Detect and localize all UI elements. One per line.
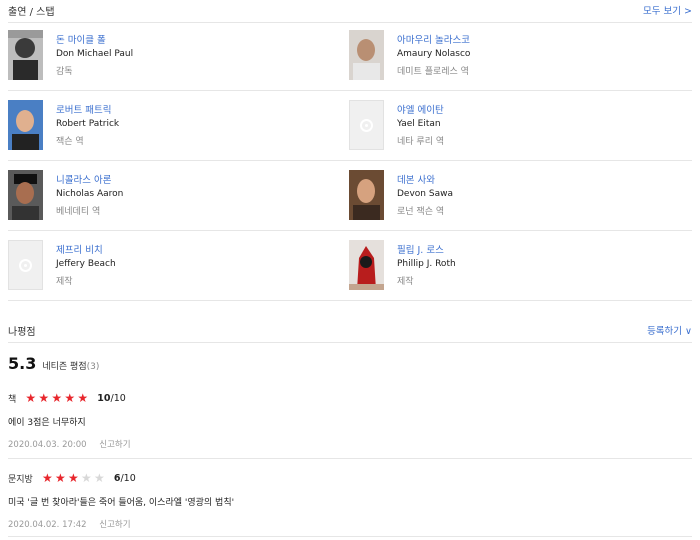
divider	[8, 230, 692, 231]
person-photo-placeholder[interactable]	[8, 240, 43, 290]
review-score: 6/10	[113, 472, 136, 484]
person-name[interactable]: 야엘 에이탄	[397, 104, 444, 118]
person-photo[interactable]	[8, 170, 43, 220]
person-info: 니콜라스 아론 Nicholas Aaron 베네데티 역	[56, 174, 123, 219]
reviews-section-title: 나평점	[8, 326, 36, 338]
person-photo[interactable]	[8, 100, 43, 150]
person-info: 야엘 에이탄 Yael Eitan 네타 루리 역	[397, 104, 444, 149]
person-info: 로버트 패트릭 Robert Patrick 잭슨 역	[56, 104, 119, 149]
star-filled-icon: ★	[38, 391, 50, 405]
review-date: 2020.04.03. 20:00	[8, 440, 87, 450]
person-name-en: Jeffery Beach	[56, 259, 116, 269]
person-role: 로넌 잭슨 역	[397, 207, 445, 217]
star-filled-icon: ★	[54, 471, 66, 485]
star-rating: ★ ★ ★ ★ ★	[24, 392, 89, 404]
review-author[interactable]: 책	[8, 392, 16, 405]
person-name-en: Robert Patrick	[56, 119, 120, 129]
person-name[interactable]: 데본 사와	[397, 174, 453, 188]
person-info: 데본 사와 Devon Sawa 로넌 잭슨 역	[397, 174, 453, 219]
person-name-en: Devon Sawa	[397, 189, 453, 199]
person-name[interactable]: 아마우리 놀라스코	[397, 34, 470, 48]
cast-item[interactable]: 데본 사와 Devon Sawa 로넌 잭슨 역	[349, 170, 679, 224]
reviews-header: 나평점 등록하기 ∨	[8, 322, 692, 338]
person-name[interactable]: 돈 마이클 폴	[56, 34, 133, 48]
review-meta: 2020.04.02. 17:42 신고하기	[8, 518, 692, 530]
average-score: 5.3 네티즌 평점 (3)	[8, 354, 99, 373]
star-empty-icon: ★	[93, 471, 105, 485]
review-date: 2020.04.02. 17:42	[8, 520, 87, 530]
person-photo[interactable]	[349, 240, 384, 290]
score-label: 네티즌 평점	[42, 362, 87, 372]
review-author[interactable]: 문지방	[8, 472, 33, 485]
cast-item[interactable]: 돈 마이클 폴 Don Michael Paul 감독	[8, 30, 338, 84]
divider	[8, 300, 692, 301]
person-name-en: Yael Eitan	[397, 119, 441, 129]
star-filled-icon: ★	[77, 391, 89, 405]
review-text: 에이 3점은 너무하지	[8, 418, 86, 428]
star-empty-icon: ★	[80, 471, 92, 485]
person-photo[interactable]	[8, 30, 43, 80]
person-name-en: Amaury Nolasco	[397, 49, 471, 59]
person-info: 제프리 비치 Jeffery Beach 제작	[56, 244, 116, 289]
star-filled-icon: ★	[41, 471, 53, 485]
person-photo-placeholder[interactable]	[349, 100, 384, 150]
no-image-icon	[360, 118, 373, 132]
no-image-icon	[19, 258, 32, 272]
person-role: 네타 루리 역	[397, 137, 445, 147]
cast-item[interactable]: 니콜라스 아론 Nicholas Aaron 베네데티 역	[8, 170, 338, 224]
cast-item[interactable]: 아마우리 놀라스코 Amaury Nolasco 데미트 플로레스 역	[349, 30, 679, 84]
review-item: 책 ★ ★ ★ ★ ★ 10/10 에이 3점은 너무하지 2020.04.03. 20…	[8, 390, 692, 450]
star-filled-icon: ★	[25, 391, 37, 405]
cast-header: 출연 / 스탭 모두 보기 >	[8, 2, 692, 18]
person-name-en: Nicholas Aaron	[56, 189, 124, 199]
person-name[interactable]: 필립 J. 로스	[397, 244, 456, 258]
star-filled-icon: ★	[64, 391, 76, 405]
divider	[8, 458, 692, 459]
review-score: 10/10	[97, 392, 126, 404]
star-rating: ★ ★ ★ ★ ★	[41, 472, 106, 484]
cast-item[interactable]: 로버트 패트릭 Robert Patrick 잭슨 역	[8, 100, 338, 154]
person-info: 돈 마이클 폴 Don Michael Paul 감독	[56, 34, 133, 79]
person-name[interactable]: 니콜라스 아론	[56, 174, 123, 188]
person-info: 필립 J. 로스 Phillip J. Roth 제작	[397, 244, 456, 289]
person-photo[interactable]	[349, 170, 384, 220]
view-all-link[interactable]: 모두 보기 >	[643, 3, 692, 17]
divider	[8, 90, 692, 91]
divider	[8, 22, 692, 23]
register-review-link[interactable]: 등록하기 ∨	[647, 323, 692, 337]
review-item: 문지방 ★ ★ ★ ★ ★ 6/10 미국 '글 번 찾아라'들은 죽어 들어움, 이스…	[8, 470, 692, 530]
person-photo[interactable]	[349, 30, 384, 80]
divider	[8, 342, 692, 343]
divider	[8, 160, 692, 161]
score-count: (3)	[86, 362, 100, 372]
review-meta: 2020.04.03. 20:00 신고하기	[8, 438, 692, 450]
person-name-en: Phillip J. Roth	[397, 259, 456, 269]
star-filled-icon: ★	[67, 471, 79, 485]
cast-section-title: 출연 / 스탭	[8, 6, 55, 18]
review-text: 미국 '글 번 찾아라'들은 죽어 들어움, 이스라엘 '영광의 법칙'	[8, 498, 235, 508]
person-info: 아마우리 놀라스코 Amaury Nolasco 데미트 플로레스 역	[397, 34, 470, 79]
person-role: 데미트 플로레스 역	[397, 67, 469, 77]
cast-item[interactable]: 필립 J. 로스 Phillip J. Roth 제작	[349, 240, 679, 294]
cast-item[interactable]: 야엘 에이탄 Yael Eitan 네타 루리 역	[349, 100, 679, 154]
person-role: 잭슨 역	[56, 137, 84, 147]
score-value: 5.3	[8, 354, 37, 373]
person-name-en: Don Michael Paul	[56, 49, 134, 59]
person-name[interactable]: 로버트 패트릭	[56, 104, 119, 118]
report-link[interactable]: 신고하기	[99, 520, 130, 530]
person-role: 베네데티 역	[56, 207, 101, 217]
cast-item[interactable]: 제프리 비치 Jeffery Beach 제작	[8, 240, 338, 294]
divider	[8, 536, 692, 537]
person-role: 제작	[397, 277, 414, 287]
person-role: 감독	[56, 67, 73, 77]
report-link[interactable]: 신고하기	[99, 440, 130, 450]
person-name[interactable]: 제프리 비치	[56, 244, 116, 258]
person-role: 제작	[56, 277, 73, 287]
star-filled-icon: ★	[51, 391, 63, 405]
